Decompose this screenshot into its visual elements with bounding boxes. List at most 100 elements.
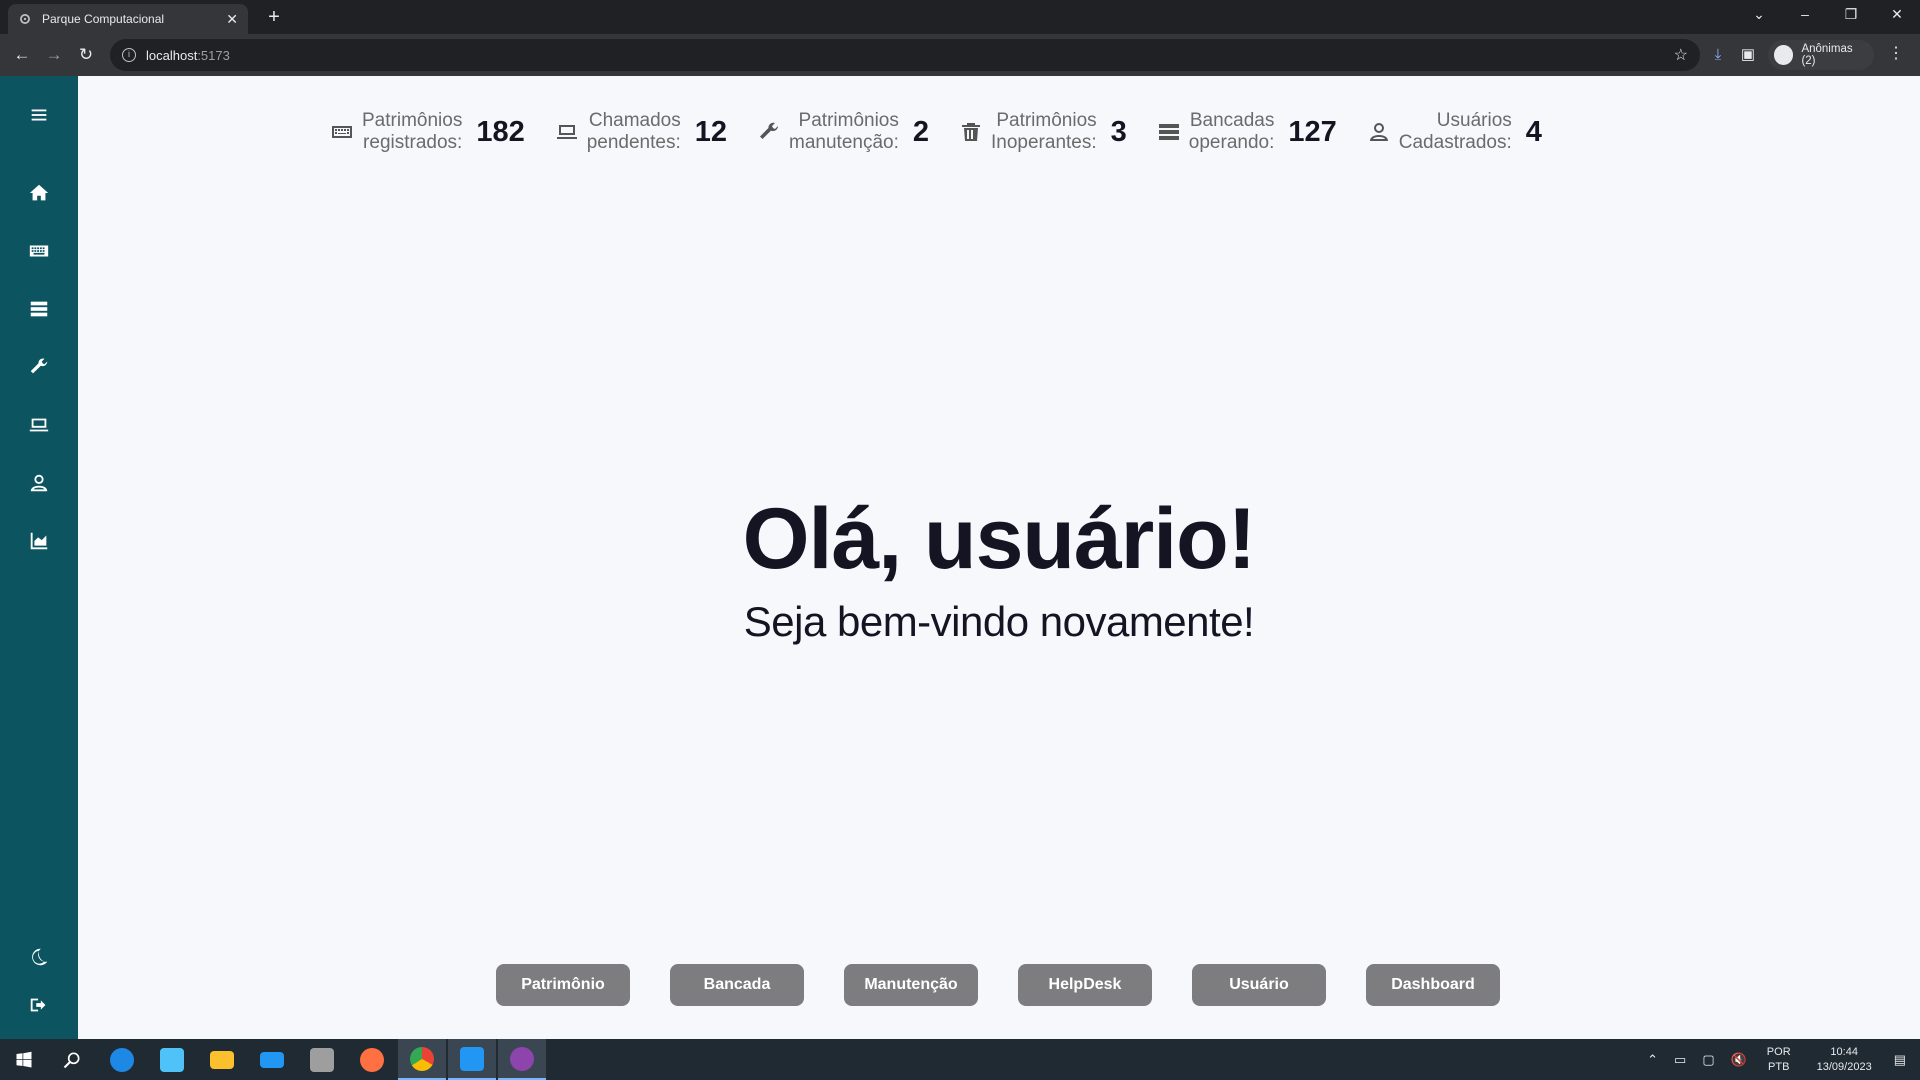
store-app[interactable] (148, 1039, 196, 1080)
patrimonio-button[interactable]: Patrimônio (496, 964, 630, 1006)
bookmark-star-icon[interactable]: ☆ (1674, 45, 1688, 65)
close-tab-icon[interactable]: ✕ (226, 11, 238, 28)
back-button[interactable]: ← (10, 43, 34, 67)
firefox-app[interactable] (348, 1039, 396, 1080)
volume-muted-icon[interactable]: 🔇 (1731, 1052, 1747, 1068)
folder-icon (210, 1050, 234, 1069)
github-icon (510, 1046, 534, 1071)
moon-icon (32, 948, 48, 966)
server-icon (30, 301, 48, 317)
helpdesk-button[interactable]: HelpDesk (1018, 964, 1152, 1006)
quick-nav: Patrimônio Bancada Manutenção HelpDesk U… (496, 964, 1500, 1006)
meet-now-icon[interactable]: ▢ (1702, 1052, 1714, 1068)
bancada-button[interactable]: Bancada (670, 964, 804, 1006)
download-icon[interactable]: ⤓ (1706, 43, 1730, 67)
clock[interactable]: 10:44 13/09/2023 (1817, 1045, 1872, 1075)
new-tab-button[interactable]: + (262, 6, 286, 30)
sidebar-item-patrimonio[interactable] (24, 236, 54, 266)
profile-button[interactable]: Anônimas (2) (1768, 40, 1874, 70)
laptop-icon (29, 418, 49, 432)
side-panel-icon[interactable]: ▣ (1736, 43, 1760, 67)
logout-button[interactable] (24, 990, 54, 1020)
site-info-icon[interactable]: i (122, 48, 136, 62)
stat-usuarios-cadastrados: Usuários Cadastrados: 4 (1367, 108, 1542, 156)
browser-tab[interactable]: Parque Computacional ✕ (8, 4, 248, 34)
notification-icon[interactable]: ▤ (1894, 1052, 1906, 1068)
menu-toggle-button[interactable] (24, 100, 54, 130)
browser-menu-icon[interactable]: ⋮ (1888, 43, 1904, 63)
home-icon (29, 184, 49, 201)
restore-button[interactable]: ❐ (1828, 0, 1874, 30)
system-tray: ⌃ ▭ ▢ 🔇 POR PTB 10:44 13/09/2023 ▤ (1639, 1039, 1920, 1080)
store-icon (160, 1047, 184, 1072)
camera-icon (310, 1047, 334, 1072)
search-icon (63, 1052, 80, 1068)
stat-label: Patrimônios Inoperantes: (991, 110, 1097, 153)
dark-mode-toggle[interactable] (24, 942, 54, 972)
sidebar-item-dashboard[interactable] (24, 526, 54, 556)
profile-label: Anônimas (2) (1801, 43, 1853, 67)
user-icon (1369, 123, 1388, 141)
gear-icon (20, 14, 30, 24)
logout-icon (30, 998, 46, 1012)
keyboard-icon (29, 245, 49, 257)
github-desktop-app[interactable] (498, 1039, 546, 1080)
address-bar[interactable]: i localhost:5173 ☆ (110, 39, 1700, 71)
stat-patrimonios-registrados: Patrimônios registrados: 182 (330, 108, 525, 156)
firefox-icon (360, 1047, 384, 1072)
chart-area-icon (30, 532, 48, 550)
stat-patrimonios-inoperantes: Patrimônios Inoperantes: 3 (959, 108, 1127, 156)
edge-app[interactable] (98, 1039, 146, 1080)
camera-app[interactable] (298, 1039, 346, 1080)
chevron-up-icon[interactable]: ⌃ (1647, 1052, 1658, 1068)
welcome-subtitle: Seja bem-vindo novamente! (743, 598, 1255, 645)
minimize-button[interactable]: – (1782, 0, 1828, 30)
browser-toolbar: ← → ↻ i localhost:5173 ☆ ⤓ ▣ Anônimas (2… (0, 34, 1920, 76)
windows-logo-icon (16, 1051, 32, 1067)
chrome-app[interactable] (398, 1039, 446, 1080)
explorer-app[interactable] (198, 1039, 246, 1080)
vscode-app[interactable] (448, 1039, 496, 1080)
start-button[interactable] (0, 1039, 48, 1080)
stat-value: 182 (476, 115, 525, 148)
user-icon (30, 474, 48, 492)
sidebar-item-usuario[interactable] (24, 468, 54, 498)
incognito-avatar (1774, 45, 1794, 65)
sidebar-item-bancada[interactable] (24, 294, 54, 324)
mail-app[interactable] (248, 1039, 296, 1080)
usuario-button[interactable]: Usuário (1192, 964, 1326, 1006)
dashboard-button[interactable]: Dashboard (1366, 964, 1500, 1006)
manutencao-button[interactable]: Manutenção (844, 964, 978, 1006)
sidebar-item-home[interactable] (24, 178, 54, 208)
stat-label: Patrimônios registrados: (362, 110, 463, 153)
laptop-icon (556, 125, 577, 139)
stats-bar: Patrimônios registrados: 182 Chamados pend… (330, 108, 1542, 156)
stat-chamados-pendentes: Chamados pendentes: 12 (555, 108, 727, 156)
network-icon[interactable]: ▭ (1674, 1052, 1686, 1068)
url-host: localhost (146, 47, 198, 63)
sidebar-item-helpdesk[interactable] (24, 410, 54, 440)
stat-label: Chamados pendentes: (586, 110, 681, 153)
wrench-icon (30, 358, 48, 374)
forward-button[interactable]: → (42, 43, 66, 67)
search-taskbar-button[interactable] (48, 1039, 96, 1080)
page-title: Olá, usuário! (742, 491, 1257, 587)
reload-button[interactable]: ↻ (74, 43, 98, 67)
stat-value: 12 (694, 115, 728, 148)
sidebar-item-manutencao[interactable] (24, 352, 54, 382)
stat-value: 2 (912, 115, 930, 148)
wrench-icon (760, 122, 779, 139)
trash-icon (962, 123, 981, 141)
stat-patrimonios-manutencao: Patrimônios manutenção: 2 (757, 108, 929, 156)
stat-label: Usuários Cadastrados: (1398, 110, 1512, 153)
tab-search-icon[interactable]: ⌄ (1736, 0, 1782, 30)
hamburger-icon (31, 109, 47, 121)
stat-bancadas-operando: Bancadas operando: 127 (1157, 108, 1337, 156)
browser-tab-strip: Parque Computacional ✕ + ⌄ – ❐ ✕ (0, 0, 1920, 34)
vscode-icon (460, 1046, 484, 1071)
mail-icon (260, 1051, 284, 1068)
stat-label: Bancadas operando: (1188, 110, 1275, 153)
stat-value: 4 (1525, 115, 1542, 148)
language-indicator[interactable]: POR PTB (1767, 1045, 1791, 1075)
close-window-button[interactable]: ✕ (1874, 0, 1920, 30)
